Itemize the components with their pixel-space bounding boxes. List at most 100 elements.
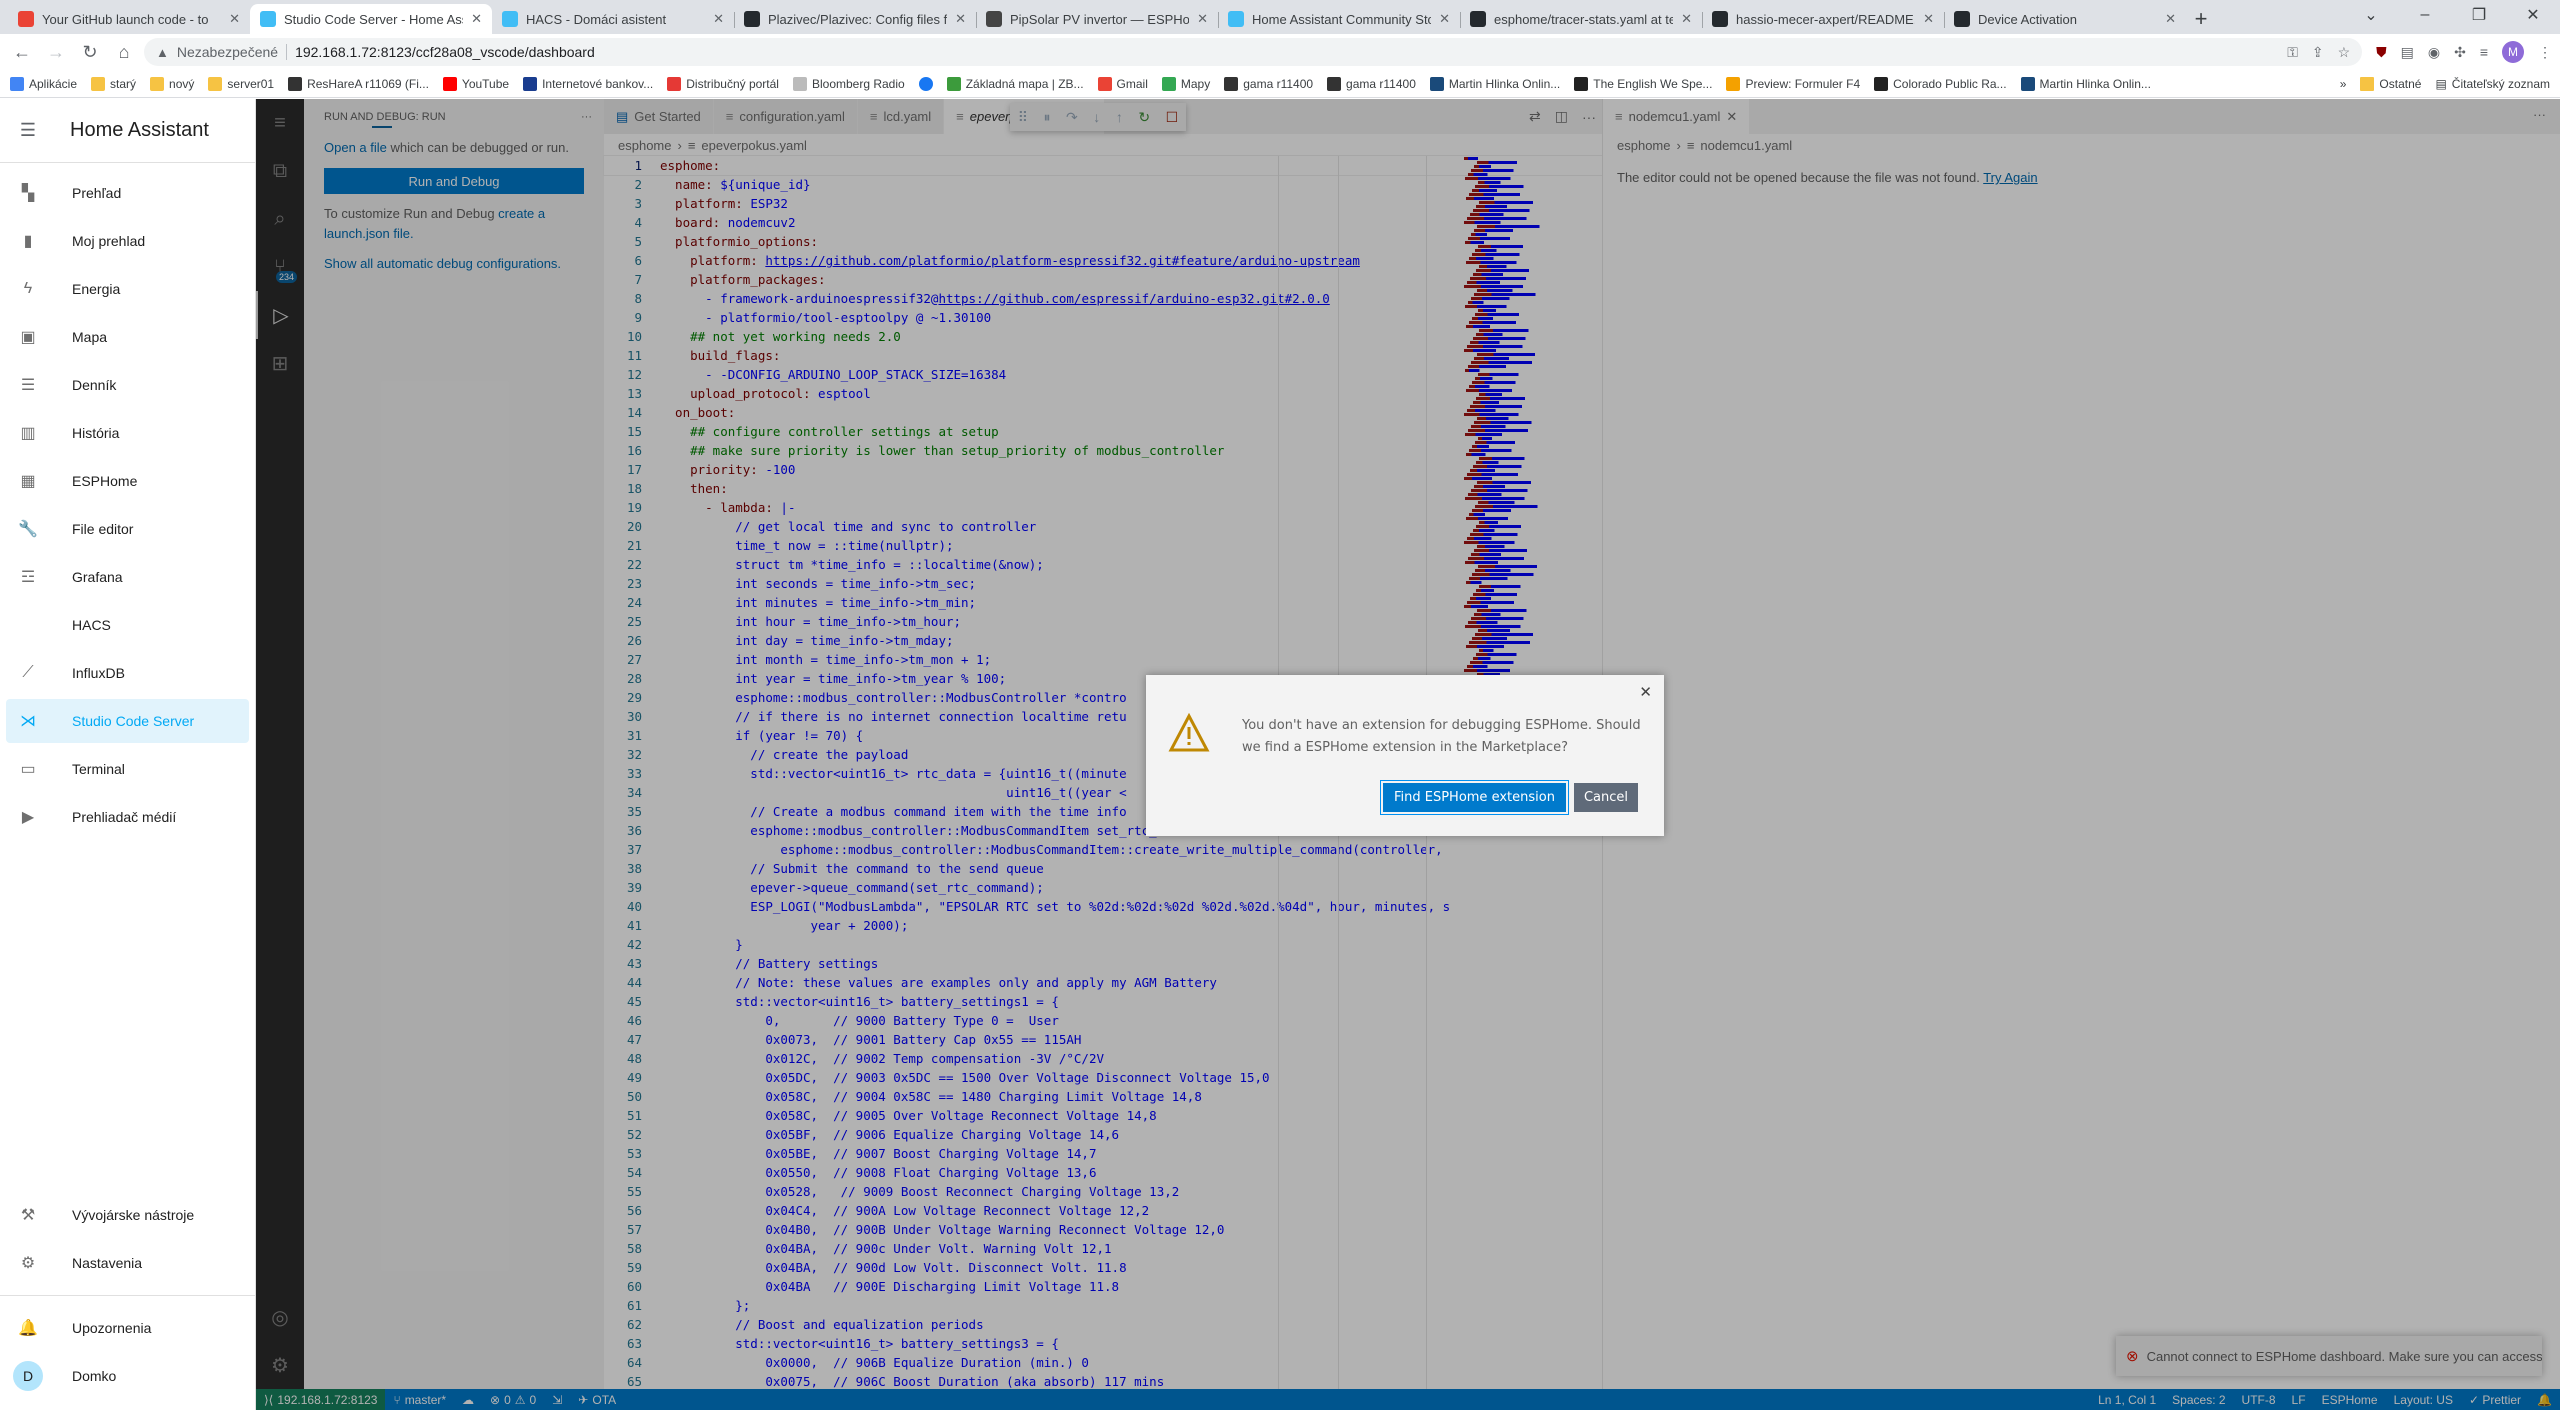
bookmarks-more-button[interactable]: » xyxy=(2340,77,2347,91)
close-tab-icon[interactable]: ✕ xyxy=(1439,11,1450,27)
bookmark-label: Mapy xyxy=(1180,76,1211,91)
sidebar-item-denn-k[interactable]: ☰ Denník xyxy=(6,363,249,407)
user-name: Domko xyxy=(72,1368,117,1384)
bookmark[interactable]: YouTube xyxy=(442,76,509,91)
bookmark[interactable]: Aplikácie xyxy=(10,76,77,91)
menu-collapse-icon[interactable]: ☰ xyxy=(0,120,56,141)
sidebar-item-file-editor[interactable]: 🔧 File editor xyxy=(6,507,249,551)
share-icon[interactable]: ⇪ xyxy=(2312,44,2324,61)
reading-list[interactable]: ▤ Čitateľský zoznam xyxy=(2435,77,2550,91)
bookmark[interactable]: Preview: Formuler F4 xyxy=(1726,76,1860,91)
bookmark[interactable]: Martin Hlinka Onlin... xyxy=(1429,76,1561,91)
browser-tab[interactable]: hassio-mecer-axpert/README.m ✕ xyxy=(1702,4,1944,34)
close-window-icon[interactable]: ✕ xyxy=(2506,0,2560,30)
bookmark[interactable]: starý xyxy=(91,76,136,91)
browser-tab[interactable]: esphome/tracer-stats.yaml at tes ✕ xyxy=(1460,4,1702,34)
back-icon[interactable]: ← xyxy=(8,38,36,66)
key-icon[interactable]: ⚿ xyxy=(2287,44,2298,61)
close-tab-icon[interactable]: ✕ xyxy=(955,11,966,27)
sidebar-item-terminal[interactable]: ▭ Terminal xyxy=(6,747,249,791)
bookmark[interactable]: Distribučný portál xyxy=(667,76,779,91)
bookmark[interactable]: nový xyxy=(150,76,194,91)
sidebar-item-notifications[interactable]: 🔔 Upozornenia xyxy=(6,1306,250,1350)
profile-avatar[interactable]: M xyxy=(2502,41,2524,63)
sidebar-item-esphome[interactable]: ▦ ESPHome xyxy=(6,459,249,503)
other-bookmarks[interactable]: Ostatné xyxy=(2360,76,2421,91)
sidebar-item-studio-code-server[interactable]: ⋊ Studio Code Server xyxy=(6,699,249,743)
sidebar-item-hist-ria[interactable]: ▥ História xyxy=(6,411,249,455)
battery-charging-icon: ▮ xyxy=(23,233,33,250)
sidebar-item-dev-tools[interactable]: ⚒ Vývojárske nástroje xyxy=(6,1193,250,1237)
kebab-menu-icon[interactable]: ⋮ xyxy=(2538,44,2552,61)
ublock-icon[interactable]: ⛊ xyxy=(2376,44,2387,61)
close-icon[interactable]: ✕ xyxy=(1639,683,1652,701)
bookmark[interactable]: Mapy xyxy=(1161,76,1211,91)
bookmark[interactable]: Základná mapa | ZB... xyxy=(946,76,1084,91)
forward-icon[interactable]: → xyxy=(42,38,70,66)
close-tab-icon[interactable]: ✕ xyxy=(1923,11,1934,27)
find-extension-button[interactable]: Find ESPHome extension xyxy=(1379,780,1569,815)
user-avatar: D xyxy=(13,1361,43,1391)
address-bar[interactable]: ▲ Nezabezpečené 192.168.1.72:8123/ccf28a… xyxy=(144,38,2363,66)
github-icon xyxy=(744,11,760,27)
sidebar-item-mapa[interactable]: ▣ Mapa xyxy=(6,315,249,359)
bookmark[interactable]: Gmail xyxy=(1097,76,1148,91)
sidebar-item-influxdb[interactable]: ⟋ InfluxDB xyxy=(6,651,249,695)
tab-title: Device Activation xyxy=(1978,11,2077,27)
browser-tab[interactable]: PipSolar PV invertor — ESPHome ✕ xyxy=(976,4,1218,34)
new-tab-button[interactable]: + xyxy=(2186,4,2216,34)
sidebar-item-energia[interactable]: ϟ Energia xyxy=(6,267,249,311)
bookmark[interactable]: ResHareA r11069 (Fi... xyxy=(288,76,429,91)
puzzle-icon[interactable]: ✣ xyxy=(2454,44,2466,61)
cancel-button[interactable]: Cancel xyxy=(1573,783,1638,812)
sidebar-item-settings[interactable]: ⚙ Nastavenia xyxy=(6,1241,250,1285)
restore-icon[interactable]: ❐ xyxy=(2452,0,2506,30)
github-icon xyxy=(1712,11,1728,27)
bookmarks-bar: Aplikácie starý nový server01 ResHareA r1106… xyxy=(0,70,2560,98)
minimize-icon[interactable]: – xyxy=(2398,0,2452,30)
url-text[interactable]: 192.168.1.72:8123/ccf28a08_vscode/dashbo… xyxy=(295,44,595,60)
bookmark[interactable]: The English We Spe... xyxy=(1574,76,1712,91)
close-tab-icon[interactable]: ✕ xyxy=(1681,11,1692,27)
tab-search-icon[interactable]: ⌄ xyxy=(2344,0,2398,30)
sidebar-item-moj-prehlad[interactable]: ▮ Moj prehlad xyxy=(6,219,249,263)
bookmark-label: Martin Hlinka Onlin... xyxy=(1448,76,1561,91)
close-tab-icon[interactable]: ✕ xyxy=(229,11,240,27)
bookmark[interactable]: Martin Hlinka Onlin... xyxy=(2020,76,2151,91)
bookmark[interactable]: Bloomberg Radio xyxy=(792,76,905,91)
close-tab-icon[interactable]: ✕ xyxy=(2165,11,2176,27)
browser-tab[interactable]: Home Assistant Community Store ✕ xyxy=(1218,4,1460,34)
chip-icon: ▦ xyxy=(20,473,36,490)
close-tab-icon[interactable]: ✕ xyxy=(471,11,482,27)
sidebar-item-user[interactable]: D Domko xyxy=(6,1354,250,1398)
star-icon[interactable]: ☆ xyxy=(2338,44,2351,61)
oscam-icon xyxy=(1327,76,1342,91)
bookmark[interactable]: gama r11400 xyxy=(1224,76,1313,91)
home-icon[interactable]: ⌂ xyxy=(110,38,138,66)
dashboard-icon: ▚ xyxy=(21,185,35,202)
tab-title: PipSolar PV invertor — ESPHome xyxy=(1010,11,1190,27)
reload-icon[interactable]: ↻ xyxy=(76,38,104,66)
bookmark-label: Colorado Public Ra... xyxy=(1893,76,2007,91)
sidebar-item-label: Nastavenia xyxy=(72,1255,143,1271)
browser-tab[interactable]: Device Activation ✕ xyxy=(1944,4,2186,34)
security-label[interactable]: Nezabezpečené xyxy=(177,44,278,60)
browser-tab[interactable]: Plazivec/Plazivec: Config files for ✕ xyxy=(734,4,976,34)
sidebar-item-preh-ad[interactable]: ▚ Prehľad xyxy=(6,171,249,215)
reading-list-icon[interactable]: ≡ xyxy=(2480,44,2488,60)
bookmark[interactable]: Colorado Public Ra... xyxy=(1874,76,2007,91)
css-extension-icon[interactable]: ▤ xyxy=(2401,44,2414,61)
sidebar-item-hacs[interactable]: HACS xyxy=(6,603,249,647)
bookmark[interactable]: Internetové bankov... xyxy=(523,76,653,91)
extension-globe-icon[interactable]: ◉ xyxy=(2428,44,2440,61)
bookmark[interactable] xyxy=(918,76,933,91)
browser-tab[interactable]: Studio Code Server - Home Assis ✕ xyxy=(250,4,492,34)
browser-tab[interactable]: Your GitHub launch code - to ✕ xyxy=(8,4,250,34)
sidebar-item-prehliada-m-di-[interactable]: ▶ Prehliadač médií xyxy=(6,795,249,839)
sidebar-item-grafana[interactable]: ☲ Grafana xyxy=(6,555,249,599)
bookmark[interactable]: gama r11400 xyxy=(1327,76,1416,91)
bookmark[interactable]: server01 xyxy=(208,76,274,91)
close-tab-icon[interactable]: ✕ xyxy=(1197,11,1208,27)
close-tab-icon[interactable]: ✕ xyxy=(713,11,724,27)
browser-tab[interactable]: HACS - Domáci asistent ✕ xyxy=(492,4,734,34)
